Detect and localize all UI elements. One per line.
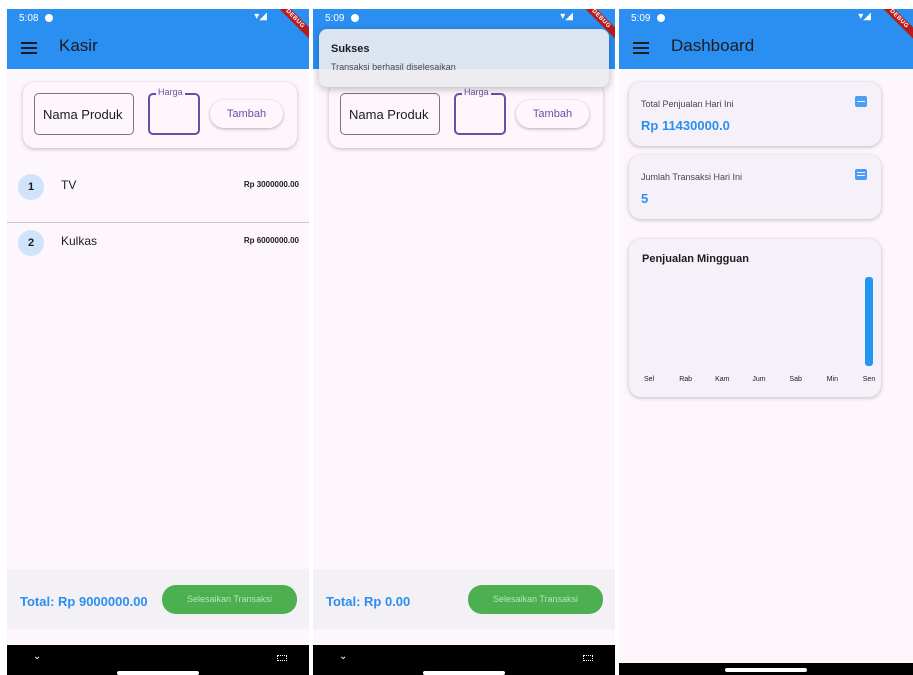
page-title: Kasir	[59, 36, 98, 55]
x-tick-label: Kam	[715, 376, 730, 383]
page-title: Dashboard	[671, 36, 755, 55]
menu-icon[interactable]	[21, 42, 37, 54]
screen-kasir: 5:08 ▾◢ DEBUG Kasir Nama Produk Harga Ta…	[7, 9, 309, 675]
menu-icon[interactable]	[633, 42, 649, 54]
item-name: Kulkas	[61, 234, 98, 248]
checkout-bar: Total: Rp 9000000.00 Selesaikan Transaks…	[7, 569, 309, 629]
snackbar-title: Sukses	[331, 43, 370, 55]
shield-icon	[351, 14, 359, 22]
home-pill[interactable]	[423, 671, 505, 675]
app-bar: 5:09 ▾◢ DEBUG Dashboard	[619, 9, 913, 69]
wifi-icon: ▾◢	[560, 11, 573, 22]
tambah-button[interactable]: Tambah	[210, 100, 283, 128]
harga-label: Harga	[156, 87, 185, 97]
keyboard-icon[interactable]	[583, 655, 593, 661]
weekly-sales-chart: Sel Rab Kam Jum Sab Min Sen	[644, 277, 876, 383]
harga-label: Harga	[462, 87, 491, 97]
chart-bar-sen	[865, 277, 873, 366]
tambah-button[interactable]: Tambah	[516, 100, 589, 128]
selesaikan-transaksi-button[interactable]: Selesaikan Transaksi	[162, 585, 297, 614]
selesaikan-transaksi-button[interactable]: Selesaikan Transaksi	[468, 585, 603, 614]
chevron-down-icon[interactable]: ⌄	[339, 651, 347, 662]
cart-list: 1 TV Rp 3000000.00 2 Kulkas Rp 6000000.0…	[7, 167, 309, 279]
item-price: Rp 3000000.00	[243, 180, 299, 189]
shield-icon	[45, 14, 53, 22]
x-tick-label: Jum	[752, 376, 765, 383]
item-index-avatar: 2	[18, 230, 44, 256]
status-time: 5:09	[631, 13, 651, 24]
list-item[interactable]: 1 TV Rp 3000000.00	[7, 167, 309, 223]
total-penjualan-label: Total Penjualan Hari Ini	[641, 99, 734, 109]
product-form-card: Nama Produk Harga Tambah	[23, 82, 297, 148]
app-bar: 5:08 ▾◢ DEBUG Kasir	[7, 9, 309, 69]
item-name: TV	[61, 178, 77, 192]
success-snackbar[interactable]: Sukses Transaksi berhasil diselesaikan	[319, 29, 609, 87]
status-bar: 5:08 ▾◢	[7, 9, 309, 27]
x-tick-label: Sel	[644, 376, 655, 383]
system-nav-bar: ⌄	[7, 645, 309, 675]
home-pill[interactable]	[117, 671, 199, 675]
x-tick-label: Rab	[679, 376, 692, 383]
jumlah-transaksi-label: Jumlah Transaksi Hari Ini	[641, 172, 743, 182]
wifi-icon: ▾◢	[254, 11, 267, 22]
status-bar: 5:09 ▾◢	[313, 9, 615, 27]
status-bar: 5:09 ▾◢	[619, 9, 913, 27]
status-time: 5:08	[19, 13, 39, 24]
product-form-card: Nama Produk Harga Tambah	[329, 82, 603, 148]
harga-input[interactable]: Harga	[454, 87, 506, 135]
system-nav-bar	[619, 663, 913, 675]
jumlah-transaksi-card: Jumlah Transaksi Hari Ini 5	[629, 155, 881, 219]
harga-input[interactable]: Harga	[148, 87, 200, 135]
receipt-icon	[855, 169, 867, 180]
x-tick-label: Sab	[789, 376, 802, 383]
keyboard-icon[interactable]	[277, 655, 287, 661]
shield-icon	[657, 14, 665, 22]
total-penjualan-value: Rp 11430000.0	[641, 118, 730, 133]
list-item[interactable]: 2 Kulkas Rp 6000000.00	[7, 223, 309, 279]
screen-kasir-success: 5:09 ▾◢ DEBUG Nama Produk Harga Tambah S…	[313, 9, 615, 675]
nama-produk-input[interactable]: Nama Produk	[340, 93, 440, 135]
jumlah-transaksi-value: 5	[641, 191, 649, 206]
status-time: 5:09	[325, 13, 345, 24]
screen-dashboard: 5:09 ▾◢ DEBUG Dashboard Total Penjualan …	[619, 9, 913, 675]
wifi-icon: ▾◢	[858, 11, 871, 22]
item-index-avatar: 1	[18, 174, 44, 200]
money-icon	[855, 96, 867, 107]
item-price: Rp 6000000.00	[243, 236, 299, 245]
x-tick-label: Sen	[863, 376, 876, 383]
total-label: Total: Rp 0.00	[326, 594, 411, 609]
total-penjualan-card: Total Penjualan Hari Ini Rp 11430000.0	[629, 82, 881, 146]
system-nav-bar: ⌄	[313, 645, 615, 675]
chevron-down-icon[interactable]: ⌄	[33, 651, 41, 662]
total-label: Total: Rp 9000000.00	[20, 594, 148, 609]
weekly-sales-chart-card: Penjualan Mingguan Sel Rab Kam Jum Sab Min Sen	[629, 239, 881, 397]
x-tick-label: Min	[827, 376, 838, 383]
checkout-bar: Total: Rp 0.00 Selesaikan Transaksi	[313, 569, 615, 629]
home-pill[interactable]	[725, 668, 807, 672]
snackbar-message: Transaksi berhasil diselesaikan	[331, 62, 456, 72]
nama-produk-input[interactable]: Nama Produk	[34, 93, 134, 135]
top-strip	[0, 0, 913, 9]
